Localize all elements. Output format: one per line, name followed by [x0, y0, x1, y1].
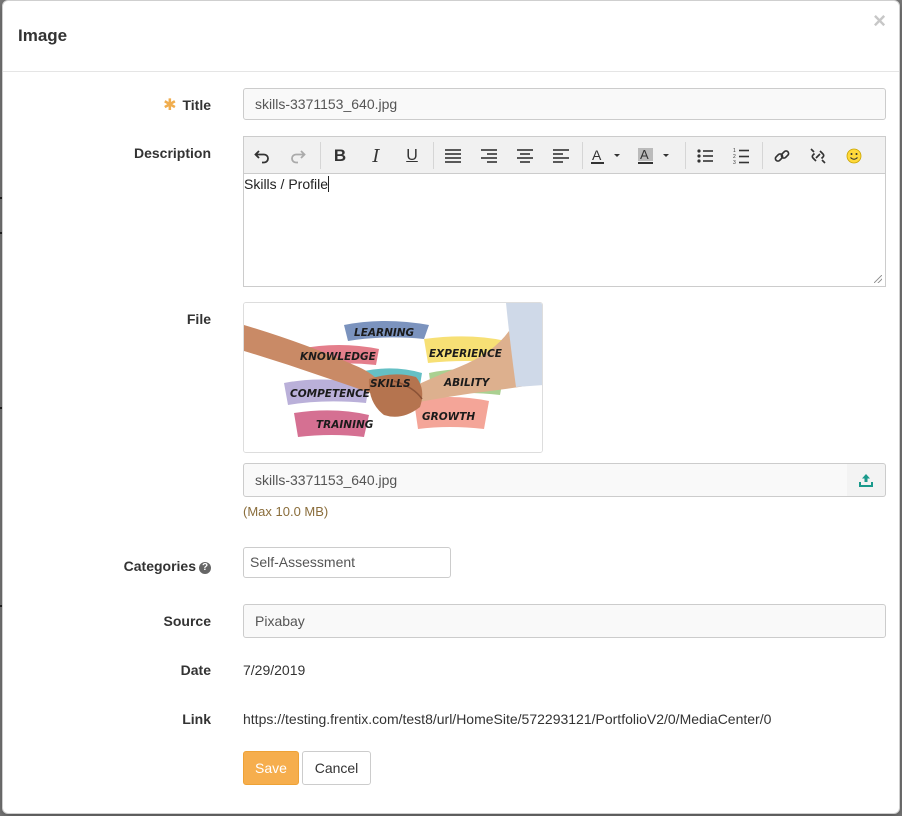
align-left-icon[interactable] — [549, 144, 573, 168]
description-textarea[interactable]: Skills / Profile — [244, 174, 885, 285]
upload-icon — [859, 474, 873, 487]
italic-icon[interactable]: I — [364, 144, 388, 168]
background-color-icon[interactable]: A — [638, 144, 674, 168]
save-button[interactable]: Save — [243, 751, 299, 785]
text-color-icon[interactable]: A — [590, 144, 626, 168]
categories-label: Categories? — [3, 558, 211, 574]
editor-toolbar: B I U A A 1 2 3 — [244, 137, 885, 174]
undo-icon[interactable] — [250, 144, 274, 168]
underline-icon[interactable]: U — [400, 144, 424, 168]
svg-text:A: A — [592, 147, 602, 163]
svg-text:TRAINING: TRAINING — [316, 419, 374, 431]
date-label: Date — [180, 662, 211, 678]
categories-input[interactable]: Self-Assessment — [243, 547, 451, 578]
svg-text:A: A — [640, 147, 649, 162]
dialog-header: Image × — [3, 1, 899, 72]
description-editor: B I U A A 1 2 3 Skills / Profile — [243, 136, 886, 287]
link-value: https://testing.frentix.com/test8/url/Ho… — [243, 711, 772, 727]
svg-text:ABILITY: ABILITY — [443, 377, 491, 389]
align-justify-icon[interactable] — [441, 144, 465, 168]
svg-text:COMPETENCE: COMPETENCE — [290, 388, 371, 400]
svg-text:LEARNING: LEARNING — [354, 327, 415, 339]
link-label: Link — [182, 711, 211, 727]
unlink-icon[interactable] — [806, 144, 830, 168]
align-right-icon[interactable] — [477, 144, 501, 168]
title-input[interactable]: skills-3371153_640.jpg — [243, 88, 886, 120]
upload-button[interactable] — [847, 463, 886, 497]
svg-text:3: 3 — [733, 160, 736, 164]
max-size-hint: (Max 10.0 MB) — [243, 504, 329, 519]
description-text: Skills / Profile — [244, 176, 329, 192]
date-value: 7/29/2019 — [243, 662, 306, 678]
emoticon-icon[interactable] — [842, 144, 866, 168]
image-preview: LEARNING KNOWLEDGE EXPERIENCE SKILLS ABI… — [243, 302, 543, 453]
numbered-list-icon[interactable]: 123 — [729, 144, 753, 168]
help-icon[interactable]: ? — [199, 562, 211, 574]
bullet-list-icon[interactable] — [693, 144, 717, 168]
source-input[interactable]: Pixabay — [243, 604, 886, 638]
file-name-input[interactable]: skills-3371153_640.jpg — [243, 463, 848, 497]
source-label: Source — [163, 613, 211, 629]
svg-text:EXPERIENCE: EXPERIENCE — [429, 348, 503, 360]
svg-text:KNOWLEDGE: KNOWLEDGE — [300, 351, 377, 363]
close-icon[interactable]: × — [873, 10, 886, 32]
redo-icon[interactable] — [286, 144, 310, 168]
svg-text:GROWTH: GROWTH — [422, 411, 475, 423]
image-dialog: Image × ✱ Title skills-3371153_640.jpg De… — [2, 0, 900, 814]
svg-text:SKILLS: SKILLS — [370, 378, 411, 390]
dialog-title: Image — [18, 26, 68, 45]
cancel-button[interactable]: Cancel — [302, 751, 371, 785]
required-icon: ✱ — [163, 97, 177, 114]
file-label: File — [186, 311, 211, 327]
link-icon[interactable] — [770, 144, 794, 168]
description-label: Description — [133, 145, 211, 161]
title-label: ✱ Title — [163, 97, 211, 114]
bold-icon[interactable]: B — [328, 144, 352, 168]
resize-handle[interactable] — [874, 275, 882, 283]
align-center-icon[interactable] — [513, 144, 537, 168]
